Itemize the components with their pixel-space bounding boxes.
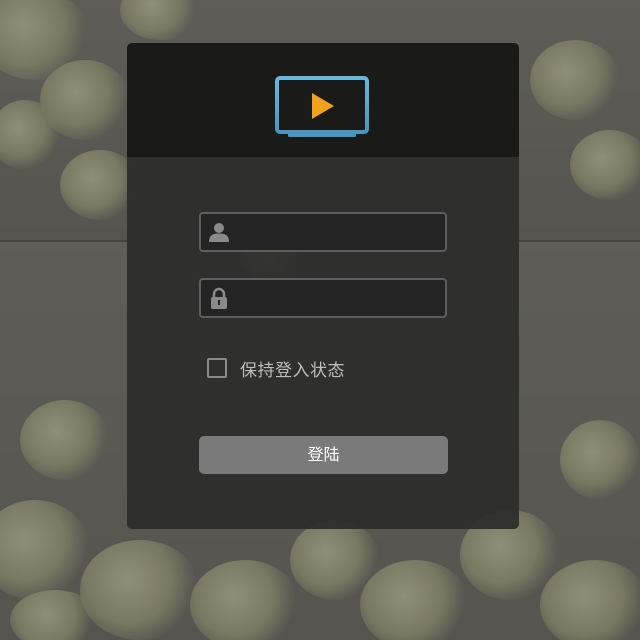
lock-icon [211,287,227,309]
username-field [199,212,447,252]
login-button[interactable]: 登陆 [199,436,448,474]
username-input[interactable] [237,214,437,250]
password-field [199,278,447,318]
login-panel: 保持登入状态 登陆 [127,43,519,529]
panel-header [127,43,519,157]
tv-play-icon [275,76,369,137]
password-input[interactable] [237,280,437,316]
remember-me[interactable]: 保持登入状态 [207,355,345,381]
user-icon [209,223,229,242]
remember-label: 保持登入状态 [240,360,345,381]
remember-checkbox[interactable] [207,358,227,378]
